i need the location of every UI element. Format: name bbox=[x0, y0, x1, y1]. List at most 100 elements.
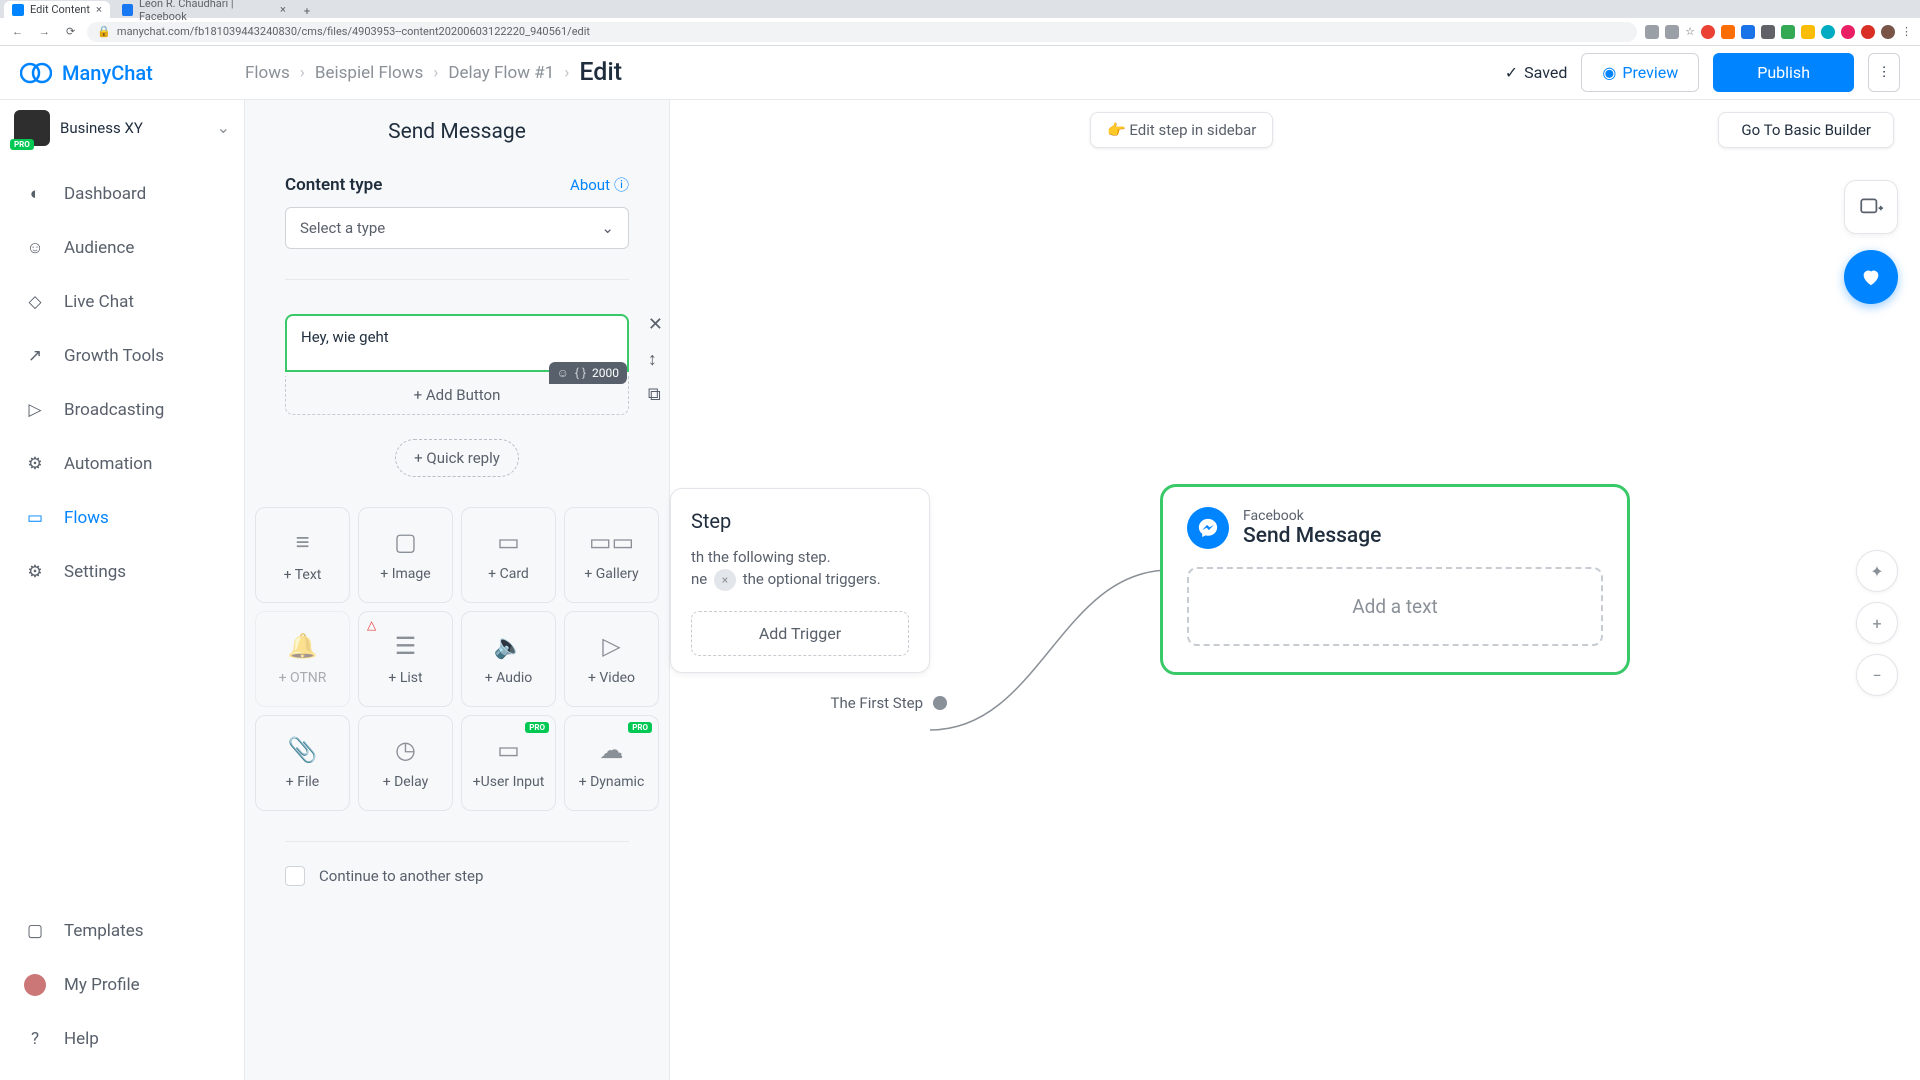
app-header: ManyChat Flows › Beispiel Flows › Delay … bbox=[0, 46, 1920, 100]
zoom-out-button[interactable]: − bbox=[1856, 654, 1898, 696]
close-icon[interactable]: × bbox=[280, 3, 286, 16]
close-icon[interactable]: × bbox=[96, 3, 102, 16]
extension-icon[interactable] bbox=[1821, 25, 1835, 39]
back-icon[interactable]: ← bbox=[8, 25, 27, 38]
move-icon[interactable]: ↕ bbox=[648, 349, 663, 370]
extension-icon[interactable] bbox=[1665, 25, 1679, 39]
extension-icon[interactable] bbox=[1741, 25, 1755, 39]
extension-icon[interactable] bbox=[1801, 25, 1815, 39]
folder-icon: ▭ bbox=[24, 507, 46, 529]
add-image-block[interactable]: ▢+ Image bbox=[358, 507, 453, 603]
message-block: ☺ { } 2000 + Add Button ✕ ↕ ⧉ bbox=[285, 314, 629, 415]
nav-profile[interactable]: My Profile bbox=[0, 958, 244, 1012]
content-type-label: Content type bbox=[285, 175, 382, 195]
continue-checkbox[interactable] bbox=[285, 866, 305, 886]
extension-icon[interactable] bbox=[1861, 25, 1875, 39]
lock-icon: 🔒 bbox=[97, 25, 111, 38]
nav-livechat[interactable]: ◇Live Chat bbox=[0, 275, 244, 329]
close-icon[interactable]: ✕ bbox=[648, 314, 663, 335]
star-icon[interactable]: ☆ bbox=[1685, 25, 1695, 39]
emoji-icon[interactable]: ☺ bbox=[557, 366, 569, 380]
nav-settings[interactable]: ⚙Settings bbox=[0, 545, 244, 599]
connector-dot-icon[interactable] bbox=[933, 696, 947, 710]
content-type-select[interactable]: Select a type ⌄ bbox=[285, 207, 629, 249]
flow-canvas[interactable]: 👉 Edit step in sidebar Go To Basic Build… bbox=[670, 100, 1920, 1080]
extension-icon[interactable] bbox=[1645, 25, 1659, 39]
nav-broadcasting[interactable]: ▷Broadcasting bbox=[0, 383, 244, 437]
add-delay-block[interactable]: ◷+ Delay bbox=[358, 715, 453, 811]
nav-automation[interactable]: ⚙Automation bbox=[0, 437, 244, 491]
add-list-block[interactable]: △☰+ List bbox=[358, 611, 453, 707]
add-text-block[interactable]: ≡+ Text bbox=[255, 507, 350, 603]
send-message-node[interactable]: Facebook Send Message Add a text bbox=[1160, 484, 1630, 675]
extension-icon[interactable] bbox=[1841, 25, 1855, 39]
list-icon: ☰ bbox=[395, 632, 417, 660]
nav-growth[interactable]: ↗Growth Tools bbox=[0, 329, 244, 383]
feedback-button[interactable] bbox=[1844, 250, 1898, 304]
extension-icon[interactable] bbox=[1781, 25, 1795, 39]
edit-in-sidebar-button[interactable]: 👉 Edit step in sidebar bbox=[1090, 112, 1273, 148]
close-hint-icon[interactable]: × bbox=[714, 569, 736, 591]
quick-reply-button[interactable]: + Quick reply bbox=[395, 439, 519, 477]
breadcrumb-flows[interactable]: Flows bbox=[245, 63, 290, 83]
breadcrumb-group[interactable]: Beispiel Flows bbox=[315, 63, 423, 83]
workspace-switcher[interactable]: PRO Business XY ⌄ bbox=[0, 100, 244, 155]
add-audio-block[interactable]: 🔈+ Audio bbox=[461, 611, 556, 707]
breadcrumb: Flows › Beispiel Flows › Delay Flow #1 ›… bbox=[245, 58, 622, 87]
new-tab-button[interactable]: + bbox=[294, 5, 320, 18]
preview-button[interactable]: ◉ Preview bbox=[1581, 53, 1699, 92]
reload-icon[interactable]: ⟳ bbox=[62, 25, 79, 38]
add-card-icon bbox=[1858, 194, 1884, 220]
templates-icon: ▢ bbox=[24, 920, 46, 942]
add-file-block[interactable]: 📎+ File bbox=[255, 715, 350, 811]
nav-templates[interactable]: ▢Templates bbox=[0, 904, 244, 958]
add-card-block[interactable]: ▭+ Card bbox=[461, 507, 556, 603]
logo[interactable]: ManyChat bbox=[20, 57, 245, 89]
browser-tab-inactive[interactable]: Leon R. Chaudhari | Facebook × bbox=[114, 1, 294, 18]
publish-button[interactable]: Publish bbox=[1713, 53, 1854, 92]
add-otnr-block: 🔔+ OTNR bbox=[255, 611, 350, 707]
workspace-avatar: PRO bbox=[14, 110, 50, 146]
nav-audience[interactable]: ☺Audience bbox=[0, 221, 244, 275]
card-title: Step bbox=[691, 509, 909, 533]
add-gallery-block[interactable]: ▭▭+ Gallery bbox=[564, 507, 659, 603]
messenger-icon bbox=[1187, 507, 1229, 549]
copy-icon[interactable]: ⧉ bbox=[648, 384, 663, 405]
nav-help[interactable]: ?Help bbox=[0, 1012, 244, 1066]
extension-icon[interactable] bbox=[1721, 25, 1735, 39]
basic-builder-button[interactable]: Go To Basic Builder bbox=[1718, 112, 1894, 148]
node-add-text[interactable]: Add a text bbox=[1187, 567, 1603, 646]
add-trigger-button[interactable]: Add Trigger bbox=[691, 611, 909, 656]
auto-arrange-button[interactable]: ✦ bbox=[1856, 550, 1898, 592]
zoom-in-button[interactable]: + bbox=[1856, 602, 1898, 644]
char-count: 2000 bbox=[592, 366, 619, 380]
nav-dashboard[interactable]: ◐Dashboard bbox=[0, 167, 244, 221]
menu-icon[interactable]: ⋮ bbox=[1901, 25, 1912, 39]
continue-row: Continue to another step bbox=[245, 866, 669, 886]
more-button[interactable]: ⋮ bbox=[1868, 53, 1900, 92]
first-step-output[interactable]: The First Step bbox=[831, 694, 947, 712]
chevron-right-icon: › bbox=[433, 63, 438, 83]
eye-icon: ◉ bbox=[1602, 63, 1616, 82]
add-step-button[interactable] bbox=[1844, 180, 1898, 234]
add-dynamic-block[interactable]: PRO☁+ Dynamic bbox=[564, 715, 659, 811]
browser-tab-active[interactable]: Edit Content × bbox=[4, 1, 110, 18]
add-userinput-block[interactable]: PRO▭+User Input bbox=[461, 715, 556, 811]
nav-flows[interactable]: ▭Flows bbox=[0, 491, 244, 545]
step-title[interactable]: Send Message bbox=[285, 120, 629, 144]
pro-badge: PRO bbox=[10, 139, 34, 150]
about-link[interactable]: Aboutⓘ bbox=[570, 174, 629, 195]
check-icon: ✓ bbox=[1505, 63, 1518, 82]
starting-step-card[interactable]: Step th the following step. ne × the opt… bbox=[670, 488, 930, 673]
growth-icon: ↗ bbox=[24, 345, 46, 367]
divider bbox=[285, 279, 629, 280]
breadcrumb-flow[interactable]: Delay Flow #1 bbox=[448, 63, 554, 83]
extension-icon[interactable] bbox=[1761, 25, 1775, 39]
forward-icon[interactable]: → bbox=[35, 25, 54, 38]
url-bar[interactable]: 🔒 manychat.com/fb181039443240830/cms/fil… bbox=[87, 22, 1637, 42]
add-video-block[interactable]: ▷+ Video bbox=[564, 611, 659, 707]
variable-icon[interactable]: { } bbox=[575, 366, 586, 380]
gauge-icon: ◐ bbox=[24, 183, 46, 205]
avatar-icon[interactable] bbox=[1881, 25, 1895, 39]
extension-icon[interactable] bbox=[1701, 25, 1715, 39]
